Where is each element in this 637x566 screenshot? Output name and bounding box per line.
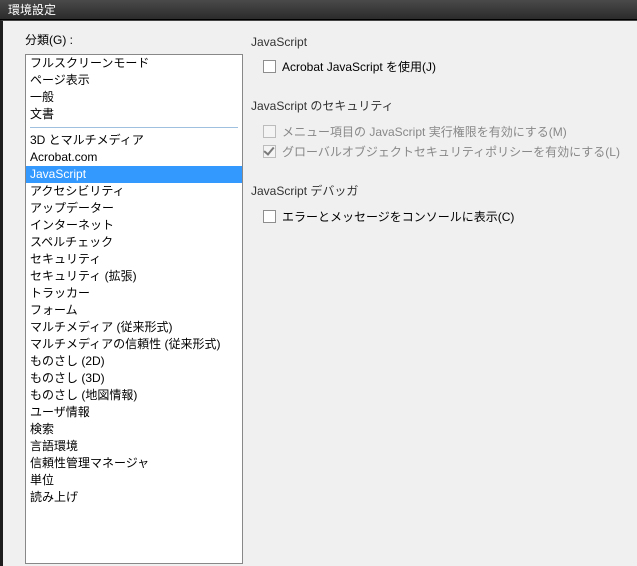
group-security: JavaScript のセキュリティ メニュー項目の JavaScript 実行… <box>251 97 637 160</box>
category-item[interactable]: マルチメディア (従来形式) <box>26 319 242 336</box>
category-pane: 分類(G) : フルスクリーンモードページ表示一般文書3D とマルチメディアAc… <box>3 31 235 566</box>
category-item[interactable]: フルスクリーンモード <box>26 55 242 72</box>
console-label: エラーとメッセージをコンソールに表示(C) <box>282 208 514 225</box>
category-label: 分類(G) : <box>25 31 235 48</box>
category-item[interactable]: 信頼性管理マネージャ <box>26 455 242 472</box>
category-item[interactable]: ページ表示 <box>26 72 242 89</box>
menu-js-label: メニュー項目の JavaScript 実行権限を有効にする(M) <box>282 123 567 140</box>
category-item[interactable]: 言語環境 <box>26 438 242 455</box>
category-item[interactable]: ものさし (2D) <box>26 353 242 370</box>
category-item[interactable]: ものさし (地図情報) <box>26 387 242 404</box>
category-item[interactable]: 文書 <box>26 106 242 123</box>
category-item[interactable]: アクセシビリティ <box>26 183 242 200</box>
category-item[interactable]: 検索 <box>26 421 242 438</box>
settings-pane: JavaScript Acrobat JavaScript を使用(J) Jav… <box>235 31 637 566</box>
window-title: 環境設定 <box>8 3 56 17</box>
category-item[interactable]: 読み上げ <box>26 489 242 506</box>
category-item[interactable]: フォーム <box>26 302 242 319</box>
category-item[interactable]: セキュリティ (拡張) <box>26 268 242 285</box>
category-item[interactable]: トラッカー <box>26 285 242 302</box>
category-item[interactable]: セキュリティ <box>26 251 242 268</box>
category-item[interactable]: Acrobat.com <box>26 149 242 166</box>
category-item[interactable]: ユーザ情報 <box>26 404 242 421</box>
group-javascript: JavaScript Acrobat JavaScript を使用(J) <box>251 35 637 75</box>
category-item[interactable]: 一般 <box>26 89 242 106</box>
console-checkbox[interactable] <box>263 210 276 223</box>
category-item[interactable]: インターネット <box>26 217 242 234</box>
menu-js-checkbox <box>263 125 276 138</box>
category-list[interactable]: フルスクリーンモードページ表示一般文書 3D とマルチメディアAcrobat.co… <box>25 54 243 564</box>
enable-js-row[interactable]: Acrobat JavaScript を使用(J) <box>263 57 637 75</box>
window-body: 分類(G) : フルスクリーンモードページ表示一般文書3D とマルチメディアAc… <box>0 20 637 566</box>
global-policy-label: グローバルオブジェクトセキュリティポリシーを有効にする(L) <box>282 143 620 160</box>
window-titlebar: 環境設定 <box>0 0 637 20</box>
category-item[interactable]: 単位 <box>26 472 242 489</box>
category-item[interactable]: JavaScript <box>26 166 242 183</box>
console-row[interactable]: エラーとメッセージをコンソールに表示(C) <box>263 207 637 225</box>
group-debugger: JavaScript デバッガ エラーとメッセージをコンソールに表示(C) <box>251 182 637 225</box>
category-divider <box>30 127 238 128</box>
category-item[interactable]: マルチメディアの信頼性 (従来形式) <box>26 336 242 353</box>
group-security-title: JavaScript のセキュリティ <box>251 97 637 114</box>
global-policy-checkbox <box>263 145 276 158</box>
group-javascript-title: JavaScript <box>251 35 637 49</box>
category-item[interactable]: 3D とマルチメディア <box>26 132 242 149</box>
category-item[interactable]: ものさし (3D) <box>26 370 242 387</box>
menu-js-row: メニュー項目の JavaScript 実行権限を有効にする(M) <box>263 122 637 140</box>
global-policy-row: グローバルオブジェクトセキュリティポリシーを有効にする(L) <box>263 142 637 160</box>
enable-js-checkbox[interactable] <box>263 60 276 73</box>
category-item[interactable]: アップデーター <box>26 200 242 217</box>
category-item[interactable]: スペルチェック <box>26 234 242 251</box>
enable-js-label: Acrobat JavaScript を使用(J) <box>282 58 436 75</box>
group-debugger-title: JavaScript デバッガ <box>251 182 637 199</box>
